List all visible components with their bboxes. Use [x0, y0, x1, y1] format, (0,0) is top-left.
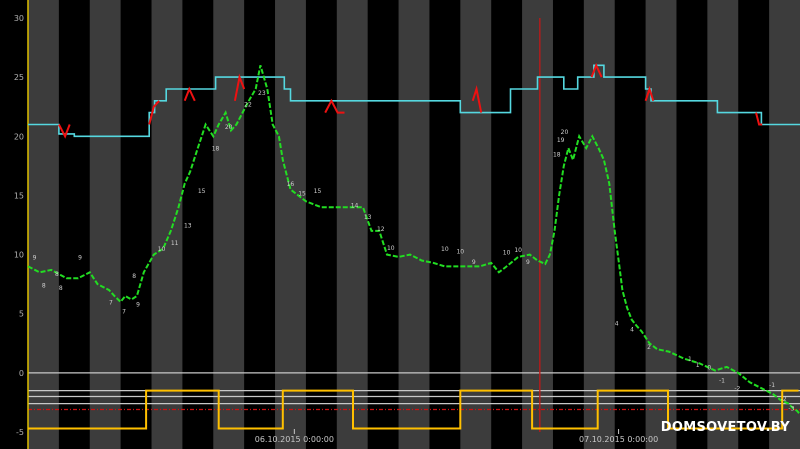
point-annotation: 9 [526, 259, 530, 266]
point-annotation: 20 [225, 124, 233, 131]
point-annotation: 9 [136, 302, 140, 309]
point-annotation: 8 [132, 273, 136, 280]
time-band [120, 0, 152, 449]
y-tick-label: 5 [19, 310, 24, 319]
point-annotation: 4 [615, 321, 619, 328]
point-annotation: 8 [55, 271, 59, 278]
point-annotation: -2 [734, 386, 740, 393]
point-annotation: 15 [314, 188, 322, 195]
point-annotation: 14 [351, 202, 359, 209]
temperature-chart: 302520151050-5 06.10.2015 0:00:00 07.10.2… [14, 0, 800, 449]
point-annotation: 10 [158, 246, 166, 253]
point-annotation: 12 [377, 226, 385, 233]
point-annotation: 19 [557, 137, 565, 144]
point-annotation: 10 [456, 248, 464, 255]
time-band [583, 0, 616, 449]
point-annotation: -3 [788, 406, 794, 413]
point-annotation: 9 [33, 254, 37, 261]
time-band [28, 0, 60, 449]
time-band [398, 0, 430, 449]
watermark: DOMSOVETOV.BY [660, 420, 790, 435]
y-tick-label: 0 [19, 369, 24, 378]
point-annotation: 23 [258, 90, 266, 97]
point-annotation: 9 [472, 259, 476, 266]
point-annotation: -1 [719, 377, 725, 384]
point-annotation: 10 [503, 250, 511, 257]
point-annotation: -1 [769, 382, 775, 389]
y-tick-label: 20 [14, 132, 24, 141]
point-annotation: 2 [647, 344, 651, 351]
point-annotation: 11 [171, 240, 179, 247]
point-annotation: 8 [59, 285, 63, 292]
time-band [367, 0, 399, 449]
point-annotation: 18 [212, 145, 220, 152]
point-annotation: 18 [553, 151, 561, 158]
y-tick-label: 25 [14, 73, 24, 82]
point-annotation: 1 [688, 356, 692, 363]
point-annotation: 8 [42, 283, 46, 290]
time-band [429, 0, 461, 449]
point-annotation: 13 [364, 214, 372, 221]
x-date-label: 06.10.2015 0:00:00 [255, 435, 334, 444]
point-annotation: 1 [696, 362, 700, 369]
time-band [676, 0, 708, 449]
point-annotation: 15 [198, 188, 206, 195]
point-annotation: 0 [707, 364, 711, 371]
point-annotation: 7 [122, 309, 126, 316]
time-band [151, 0, 183, 449]
point-annotation: 15 [298, 190, 306, 197]
time-band [275, 0, 307, 449]
point-annotation: 10 [514, 247, 522, 254]
y-tick-label: -5 [16, 428, 24, 437]
point-annotation: 16 [287, 181, 295, 188]
point-annotation: 10 [441, 246, 449, 253]
time-band [522, 0, 554, 449]
time-band [460, 0, 492, 449]
time-band [336, 0, 368, 449]
point-annotation: 9 [78, 254, 82, 261]
y-tick-label: 10 [14, 251, 24, 260]
point-annotation: 13 [184, 222, 192, 229]
point-annotation: 10 [387, 245, 395, 252]
time-band [58, 0, 91, 449]
time-band [738, 0, 770, 449]
point-annotation: 4 [630, 326, 634, 333]
time-bands [28, 0, 800, 449]
y-tick-label: 30 [14, 14, 24, 23]
point-annotation: 22 [244, 102, 252, 109]
time-band [213, 0, 245, 449]
y-tick-label: 15 [14, 191, 24, 200]
time-band [89, 0, 121, 449]
time-band [552, 0, 585, 449]
y-axis: 30 25 20 15 10 5 0 -5 [14, 0, 29, 449]
time-band [645, 0, 677, 449]
time-band [305, 0, 338, 449]
point-annotation: 20 [561, 129, 569, 136]
time-band [491, 0, 523, 449]
point-annotation: 7 [109, 299, 113, 306]
time-band [614, 0, 646, 449]
x-date-label: 07.10.2015 0:00:00 [579, 435, 658, 444]
point-annotation: -2 [781, 396, 787, 403]
